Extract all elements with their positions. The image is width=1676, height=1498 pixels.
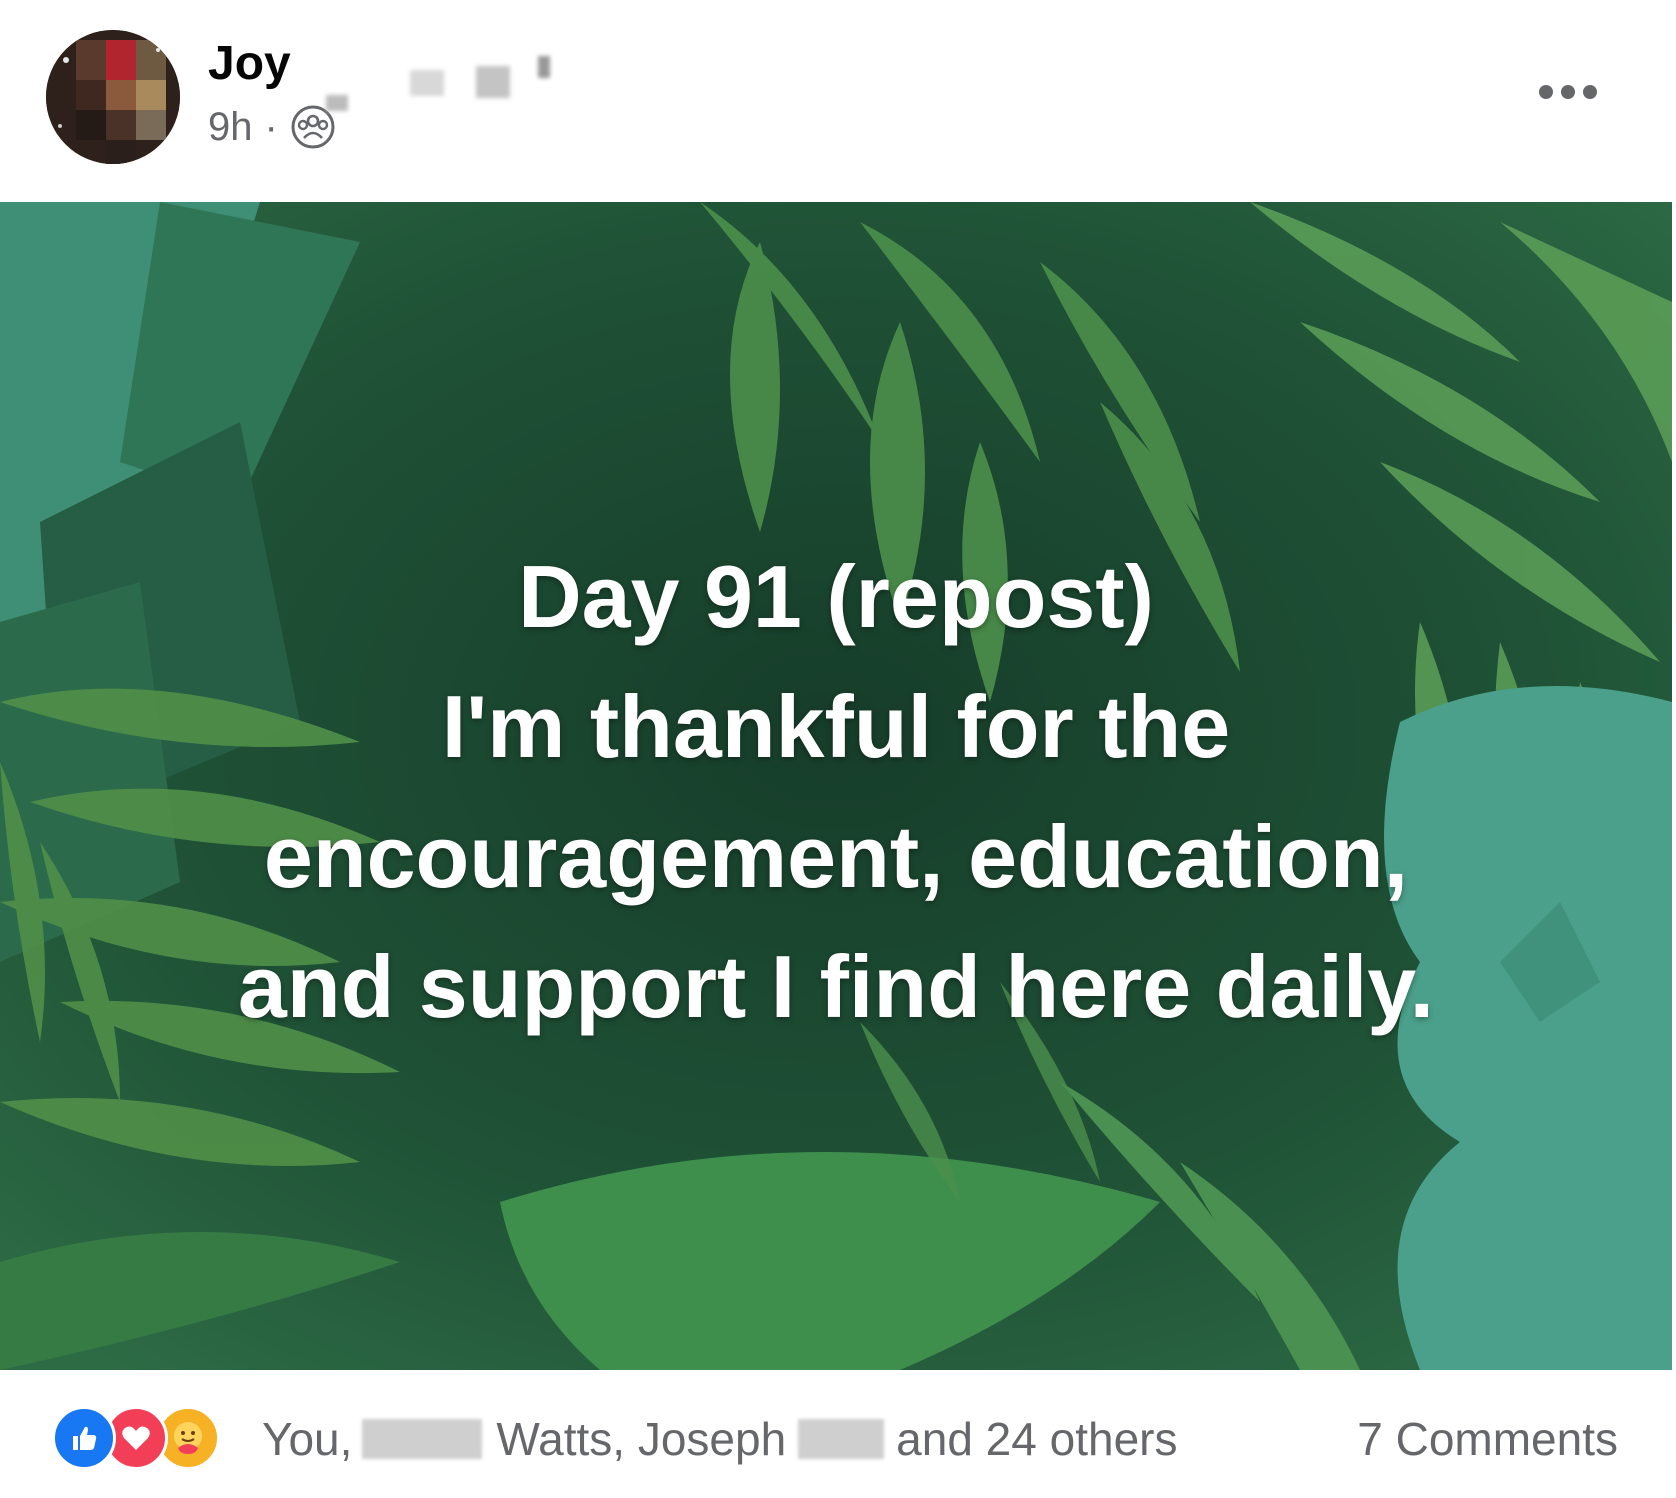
- reactors-suffix: and 24 others: [896, 1413, 1178, 1465]
- image-text-line-3: encouragement, education,: [263, 807, 1409, 906]
- reactions-summary[interactable]: [52, 1406, 220, 1470]
- author-name[interactable]: Joy: [208, 36, 291, 91]
- image-text-line-4: and support I find here daily.: [237, 937, 1435, 1036]
- avatar-image: [46, 30, 180, 164]
- redacted-name: [798, 1419, 885, 1459]
- author-avatar[interactable]: [46, 30, 180, 164]
- post-footer: You, Watts, Joseph and 24 others 7 Comme…: [0, 1370, 1676, 1498]
- more-options-icon: [1539, 85, 1597, 99]
- post-card: Joy 9h · Day 91 (repost) I'm thankful fo…: [0, 0, 1676, 1498]
- reactors-prefix: You,: [262, 1413, 353, 1465]
- reactors-text[interactable]: You, Watts, Joseph and 24 others: [262, 1412, 1177, 1466]
- redacted-name: [362, 1419, 483, 1459]
- like-icon: [52, 1406, 116, 1470]
- redacted-name-part: [538, 56, 550, 78]
- redacted-fragment: [325, 95, 348, 111]
- reactors-middle: Watts, Joseph: [496, 1413, 787, 1465]
- more-options-button[interactable]: [1518, 62, 1618, 122]
- post-header: Joy 9h ·: [0, 0, 1676, 202]
- redacted-name-part: [476, 66, 510, 98]
- image-text-line-1: Day 91 (repost): [518, 547, 1154, 646]
- comments-count-link[interactable]: 7 Comments: [1357, 1412, 1618, 1466]
- post-image[interactable]: Day 91 (repost) I'm thankful for the enc…: [0, 202, 1672, 1370]
- post-meta: 9h ·: [208, 95, 348, 150]
- redacted-name-part: [410, 70, 444, 96]
- image-text-line-2: I'm thankful for the: [441, 677, 1231, 776]
- post-time[interactable]: 9h: [208, 105, 253, 150]
- meta-separator: ·: [264, 104, 278, 149]
- post-image-text: Day 91 (repost) I'm thankful for the enc…: [0, 532, 1672, 1052]
